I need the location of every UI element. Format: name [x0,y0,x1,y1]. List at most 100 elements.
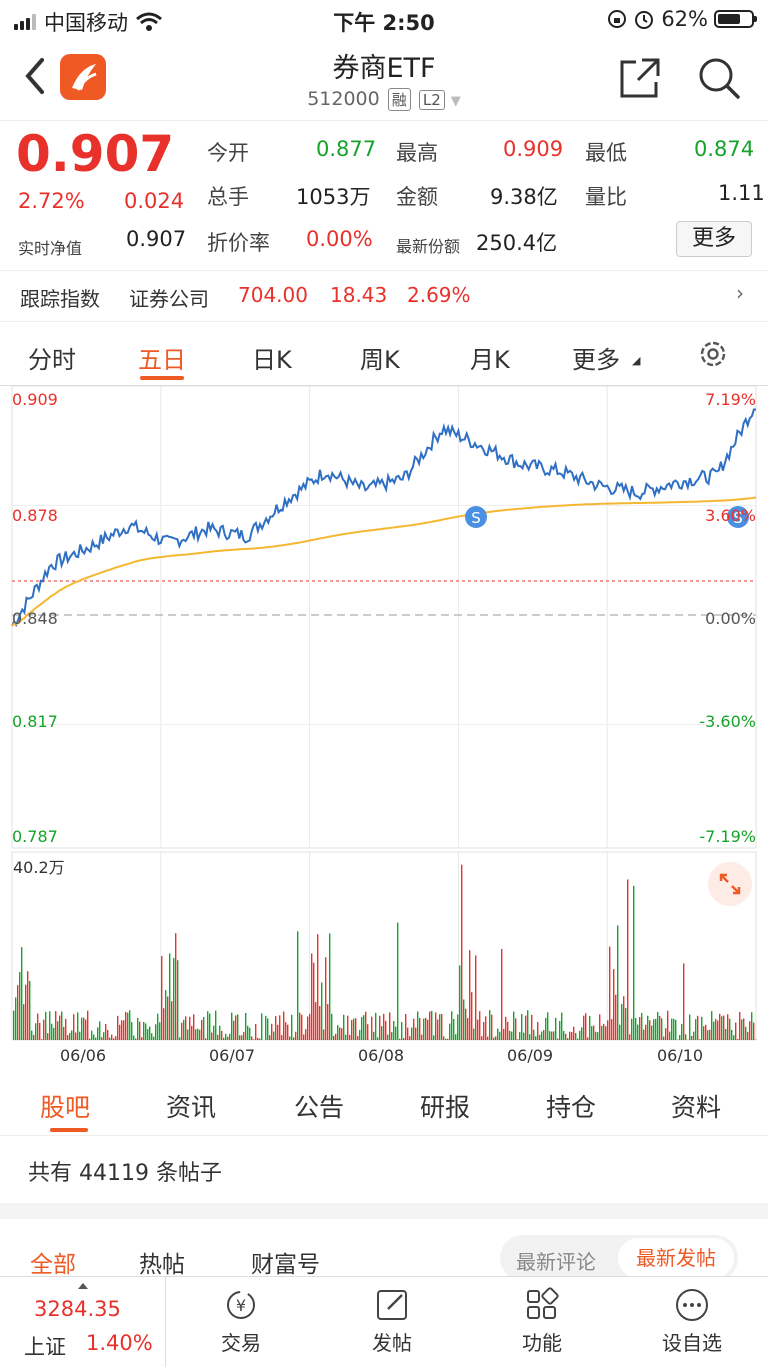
volume-bar [623,996,624,1040]
alarm-icon [633,8,655,30]
sort-latest-comment[interactable]: 最新评论 [516,1246,596,1275]
volume-bar [161,956,162,1040]
volume-bar [685,1034,686,1040]
volume-bar [119,1025,120,1040]
volume-bar [295,1032,296,1040]
volume-bar [689,1014,690,1040]
volume-bar [275,1016,276,1040]
volume-bar [283,1012,284,1040]
volume-bar [279,1015,280,1040]
volume-bar [397,923,398,1040]
volume-bar [673,1019,674,1040]
volume-bar [343,1015,344,1040]
tab-news[interactable]: 资讯 [166,1088,216,1124]
volume-bar [49,1011,50,1040]
volume-bar [485,1016,486,1040]
volume-bar [335,1034,336,1040]
volume-bar [93,1034,94,1040]
volume-bar [505,1017,506,1040]
gear-icon[interactable] [697,338,729,370]
volume-bar [391,1032,392,1040]
volume-bar [227,1037,228,1040]
volume-bar [249,1028,250,1040]
volume-bar [107,1030,108,1040]
volume-bar [153,1037,154,1040]
volume-bar [661,1018,662,1040]
volume-bar [163,1008,164,1040]
volume-bar [739,1012,740,1040]
volume-bar [491,1015,492,1040]
volume-bar [141,1037,142,1040]
tracking-index-row[interactable]: 跟踪指数 证券公司 704.00 18.43 2.69% › [0,270,768,322]
volume-bar [641,1013,642,1040]
tab-weekly-k[interactable]: 周K [360,340,400,375]
volume-bar [737,1039,738,1040]
tab-five-day[interactable]: 五日 [138,340,186,375]
post-filter-tabs: 全部 热帖 财富号 最新评论 最新发帖 [0,1219,768,1276]
filter-hot[interactable]: 热帖 [139,1245,185,1279]
chart-tabs: 分时 五日 日K 周K 月K 更多 ◢ [0,322,768,386]
volume-bar [565,1034,566,1040]
share-icon[interactable] [618,56,662,100]
volume-bar [303,1034,304,1040]
add-watchlist-button[interactable]: 设自选 [637,1287,747,1356]
volume-bar [561,1013,562,1040]
tab-announcements[interactable]: 公告 [294,1088,344,1124]
functions-button[interactable]: 功能 [487,1287,597,1356]
filter-all[interactable]: 全部 [30,1245,76,1279]
volume-bar [149,1027,150,1040]
tab-holdings[interactable]: 持仓 [546,1088,596,1124]
volume-bar [73,1014,74,1040]
tab-more[interactable]: 更多 [572,340,620,375]
volume-bar [735,1022,736,1040]
volume-bar [599,1014,600,1040]
tab-monthly-k[interactable]: 月K [470,340,510,375]
volume-bar [229,1034,230,1040]
volume-bar [117,1016,118,1040]
volume-bar [185,1016,186,1040]
volume-bar [337,1025,338,1040]
y-right-tick: -3.60% [699,712,756,731]
five-day-chart[interactable]: SS 0.909 0.878 0.848 0.817 0.787 7.19% 3… [0,386,768,1071]
index-ticker[interactable]: 3284.35 上证 1.40% [0,1277,166,1367]
top-nav: 券商ETF 512000 融 L2 ▼ [0,40,768,120]
volume-bar [323,1029,324,1040]
last-price: 0.907 [16,125,174,183]
volume-bar [429,1012,430,1040]
volume-bar [269,1035,270,1040]
more-quote-button[interactable]: 更多 [676,221,752,257]
volume-bar [683,963,684,1040]
volume-bar [201,1020,202,1040]
volume-bar [77,1012,78,1040]
post-button[interactable]: 发帖 [337,1287,447,1356]
volume-bar [155,1024,156,1040]
volume-bar [127,1013,128,1040]
volume-bar [31,1031,32,1040]
expand-icon[interactable] [708,862,752,906]
tab-research[interactable]: 研报 [420,1088,470,1124]
trade-button[interactable]: ¥ 交易 [186,1287,296,1356]
tab-intraday[interactable]: 分时 [28,340,76,375]
tab-profile[interactable]: 资料 [671,1088,721,1124]
volume-bar [63,1027,64,1040]
volume-bar [389,1012,390,1040]
volume-bar [85,1020,86,1040]
dropdown-icon: ▼ [451,94,461,109]
volume-bar [489,1010,490,1040]
tracking-pct: 2.69% [407,283,471,307]
tracking-index-name: 证券公司 [129,283,209,312]
volume-bar [333,1036,334,1040]
volume-bar [101,1037,102,1040]
search-icon[interactable] [697,56,741,100]
volume-bar [187,1029,188,1040]
volume-bar [703,1026,704,1040]
volume-bar [633,886,634,1040]
volume-bar [521,1014,522,1040]
tab-daily-k[interactable]: 日K [252,340,292,375]
low-value: 0.874 [694,137,754,161]
tab-guba[interactable]: 股吧 [40,1088,90,1124]
volume-bar [639,1017,640,1040]
sort-latest-post[interactable]: 最新发帖 [618,1238,734,1278]
volume-bar [41,1039,42,1040]
filter-wealth[interactable]: 财富号 [251,1245,320,1279]
